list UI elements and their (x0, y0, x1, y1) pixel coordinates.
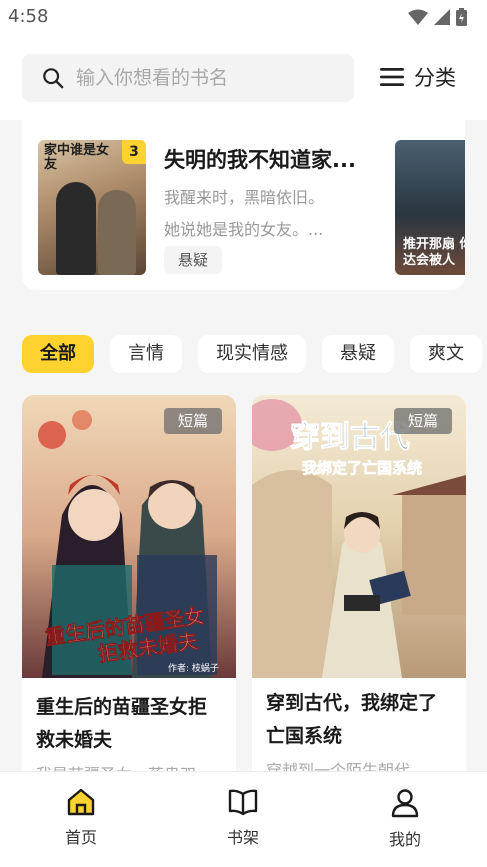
recommend-book-tag: 悬疑 (164, 246, 223, 274)
book-title: 穿到古代，我绑定了亡国系统 (266, 692, 438, 747)
status-time: 4:58 (8, 6, 49, 27)
book-icon (228, 789, 258, 816)
status-bar: 4:58 (0, 0, 487, 34)
short-story-tag: 短篇 (163, 408, 222, 434)
next-cover-text: 推开那扇 你达会被人 (403, 237, 465, 268)
top-header: 分类 (0, 34, 487, 120)
tab-all[interactable]: 全部 (22, 335, 94, 373)
battery-icon (456, 8, 467, 26)
book-cover-art: 重生后的苗疆圣女 拒救未婚夫 作者: 枝蜗子 (22, 395, 236, 678)
cover-title-art: 家中谁是女友 (44, 143, 110, 172)
cover-author: 作者: 枝蜗子 (168, 662, 219, 674)
signal-icon (434, 9, 450, 25)
book-cover-art: 穿到古代 我绑定了亡国系统 (252, 395, 466, 678)
rank-badge: 3 (122, 140, 146, 164)
recommend-card: 家中谁是女友 3 失明的我不知道家... 我醒来时，黑暗依旧。 她说她是我的女友… (22, 120, 465, 290)
tab-realistic-emotion[interactable]: 现实情感 (198, 335, 306, 373)
status-icons (408, 8, 467, 26)
tab-romance[interactable]: 言情 (110, 335, 182, 373)
book-description: 我是苗疆圣女，药蛊双... (36, 761, 222, 771)
book-card[interactable]: 穿到古代 我绑定了亡国系统 短篇 穿到古代，我绑定了亡国系统 穿越到一个陌生朝代… (252, 395, 466, 771)
cover-figure-woman (98, 190, 136, 275)
book-description: 穿越到一个陌生朝代，... (266, 761, 442, 771)
nav-home-label: 首页 (64, 828, 97, 847)
recommend-book-line1: 我醒来时，黑暗依旧。 (164, 188, 325, 207)
menu-icon (380, 68, 404, 86)
content-scroll[interactable]: 家中谁是女友 3 失明的我不知道家... 我醒来时，黑暗依旧。 她说她是我的女友… (0, 120, 487, 771)
search-box[interactable] (22, 54, 354, 102)
nav-profile[interactable]: 我的 (365, 788, 445, 850)
user-icon (391, 789, 419, 818)
bottom-nav: 首页 书架 我的 (0, 771, 487, 867)
tab-mystery[interactable]: 悬疑 (322, 335, 394, 373)
book-title: 重生后的苗疆圣女拒救未婚夫 (36, 696, 208, 751)
category-label: 分类 (414, 66, 456, 90)
home-icon (67, 788, 95, 816)
cover-title-main: 穿到古代 (290, 420, 410, 455)
tab-satisfying[interactable]: 爽文 (410, 335, 482, 373)
nav-home[interactable]: 首页 (41, 788, 121, 848)
book-cover: 重生后的苗疆圣女 拒救未婚夫 作者: 枝蜗子 (22, 395, 236, 678)
nav-profile-label: 我的 (388, 830, 421, 849)
next-book-cover[interactable]: 推开那扇 你达会被人 (395, 140, 465, 275)
short-story-tag: 短篇 (393, 408, 452, 434)
nav-bookshelf[interactable]: 书架 (203, 788, 283, 848)
category-button[interactable]: 分类 (380, 62, 456, 92)
search-icon (43, 68, 64, 89)
wifi-icon (408, 9, 428, 25)
recommend-book-title[interactable]: 失明的我不知道家... (164, 144, 356, 174)
search-input[interactable] (76, 67, 336, 89)
recommend-book-line2: 她说她是我的女友。... (164, 220, 324, 239)
nav-bookshelf-label: 书架 (226, 828, 259, 847)
cover-title-sub: 我绑定了亡国系统 (302, 459, 422, 477)
cover-figure-man (56, 182, 96, 275)
category-tabs: 全部 言情 现实情感 悬疑 爽文 (22, 335, 482, 373)
book-cover: 穿到古代 我绑定了亡国系统 (252, 395, 466, 678)
book-card[interactable]: 重生后的苗疆圣女 拒救未婚夫 作者: 枝蜗子 短篇 重生后的苗疆圣女拒救未婚夫 … (22, 395, 236, 771)
